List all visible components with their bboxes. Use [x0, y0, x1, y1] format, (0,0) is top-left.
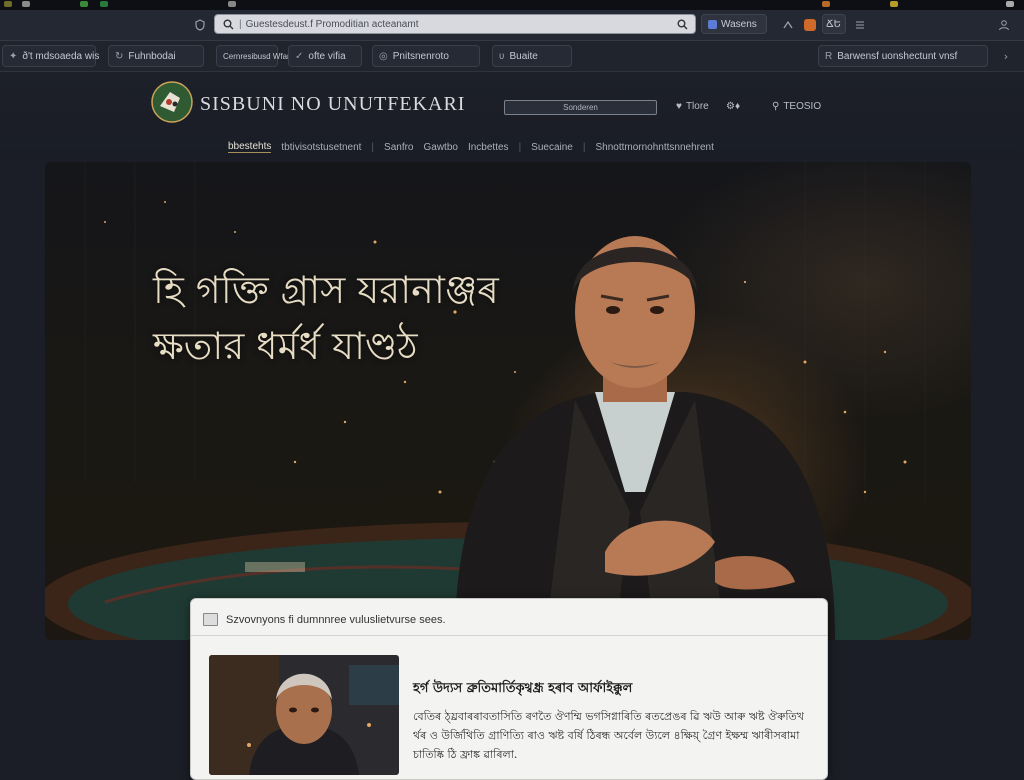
browser-toolbar: | Guestesdeust.f Promoditian acteanamt W…: [0, 10, 1024, 41]
site-search-input[interactable]: Sonderen: [504, 100, 657, 115]
hero-banner[interactable]: হি গক্তি গ্রাস যরানাঞ্জৰ ক্ষতার ধর্মর্ধ …: [45, 162, 971, 640]
share-icon[interactable]: [778, 15, 798, 35]
tab-indicator[interactable]: [228, 1, 236, 7]
bookmark-label: ð't mdsoaeda wis: [22, 50, 100, 62]
bookmark-label: ofte vifia: [308, 50, 346, 62]
header-link-favorites[interactable]: ♥ Tlore: [676, 101, 709, 112]
bookmarks-bar: ✦ ð't mdsoaeda wis ↻ Fuhnbodai Cernresibus…: [0, 41, 1024, 72]
bookmark-item[interactable]: Cernresibusd Wfaneao: [216, 45, 305, 67]
extension-chip-2[interactable]: ՃԵ: [822, 14, 846, 34]
nav-item[interactable]: Shnottmornohnttsnnehrent: [595, 142, 713, 153]
search-icon: [221, 17, 235, 31]
article-thumbnail[interactable]: [209, 655, 399, 775]
nav-item[interactable]: bbestehts: [228, 141, 272, 153]
bookmark-item[interactable]: ʋ Buaite: [492, 45, 572, 67]
article-card[interactable]: Szvovnyons fi dumnnree vuluslietvurse se…: [190, 598, 828, 780]
reader-icon: R: [825, 50, 833, 62]
header-link-label: TEOSIO: [783, 101, 822, 112]
link-icon: ↻: [115, 50, 124, 62]
bookmark-label: Barwensf uonshectunt vnsf: [837, 50, 958, 62]
tab-indicator[interactable]: [1006, 1, 1014, 7]
image-icon: [203, 613, 218, 626]
tab-indicator[interactable]: [80, 1, 88, 7]
nav-divider: |: [371, 141, 375, 153]
main-nav: bbestehts tbtivisotstusetnent | Sanfro G…: [228, 139, 714, 155]
bookmark-icon: ✦: [9, 50, 18, 62]
header-link-login[interactable]: ⚲ TEOSIO: [772, 101, 821, 112]
profile-icon[interactable]: [994, 15, 1014, 35]
header-link-label: Tlore: [685, 101, 709, 112]
nav-divider: |: [582, 141, 586, 153]
shield-icon[interactable]: [190, 15, 210, 35]
bookmark-label: Fuhnbodai: [128, 50, 176, 62]
bookmark-icon: ʋ: [499, 50, 505, 62]
article-title[interactable]: হৰ্গ উদ্যস ব্ৰুতিমাৰ্তিকৃথ্বধ্ৰূ হৰাব আৰ…: [413, 679, 632, 700]
address-bar[interactable]: | Guestesdeust.f Promoditian acteanamt: [214, 14, 696, 34]
bookmark-item[interactable]: ✓ ofte vifia: [288, 45, 362, 67]
address-separator: |: [239, 18, 242, 30]
address-text[interactable]: Guestesdeust.f Promoditian acteanamt: [246, 19, 675, 30]
overflow-icon[interactable]: ›: [996, 46, 1016, 66]
hero-person: [455, 236, 835, 640]
tab-indicator[interactable]: [22, 1, 30, 7]
bookmark-label: Pnitsnenroto: [392, 50, 449, 62]
search-icon[interactable]: [675, 17, 689, 31]
nav-item[interactable]: Incbettes: [468, 142, 509, 153]
card-header-text: Szvovnyons fi dumnnree vuluslietvurse se…: [226, 613, 446, 626]
bookmark-item[interactable]: ◎ Pnitsnenroto: [372, 45, 480, 67]
tab-indicator[interactable]: [100, 1, 108, 7]
search-icon: ⚲: [772, 101, 780, 112]
heart-icon: ♥: [676, 101, 682, 112]
nav-divider: |: [518, 141, 522, 153]
article-body: বেতিৰ ঠ্য়্ৰবাৰৰাবতাসিতি ৰণতৈ ঔণম্মি ভগস…: [413, 710, 804, 761]
card-divider: [191, 635, 827, 636]
star-icon: ✓: [295, 50, 304, 62]
extension-label: ՃԵ: [826, 18, 841, 30]
bookmark-item[interactable]: ✦ ð't mdsoaeda wis: [2, 45, 100, 67]
nav-item[interactable]: Suecaine: [531, 142, 573, 153]
globe-icon: ◎: [379, 50, 388, 62]
menu-icon[interactable]: [850, 15, 870, 35]
extension-chip[interactable]: Wasens: [701, 14, 767, 34]
site-logo[interactable]: [150, 80, 194, 124]
site-title[interactable]: SISBUNI NO UNUTFEKARI: [200, 93, 465, 116]
tab-indicator[interactable]: [822, 1, 830, 7]
extension-orange-icon[interactable]: [800, 15, 820, 35]
nav-item[interactable]: tbtivisotstusetnent: [281, 142, 361, 153]
tab-indicator[interactable]: [890, 1, 898, 7]
bookmark-label: Buaite: [509, 50, 538, 62]
bookmark-item[interactable]: R Barwensf uonshectunt vnsf: [818, 45, 988, 67]
nav-item[interactable]: Sanfro: [384, 142, 413, 153]
tab-indicator[interactable]: [4, 1, 12, 7]
card-header: Szvovnyons fi dumnnree vuluslietvurse se…: [203, 613, 446, 626]
nav-item[interactable]: Gawtbo: [424, 142, 458, 153]
extension-icon: [708, 19, 717, 29]
extension-label: Wasens: [721, 18, 757, 30]
bookmark-item[interactable]: ↻ Fuhnbodai: [108, 45, 204, 67]
settings-icon[interactable]: ⚙♦: [726, 101, 740, 112]
